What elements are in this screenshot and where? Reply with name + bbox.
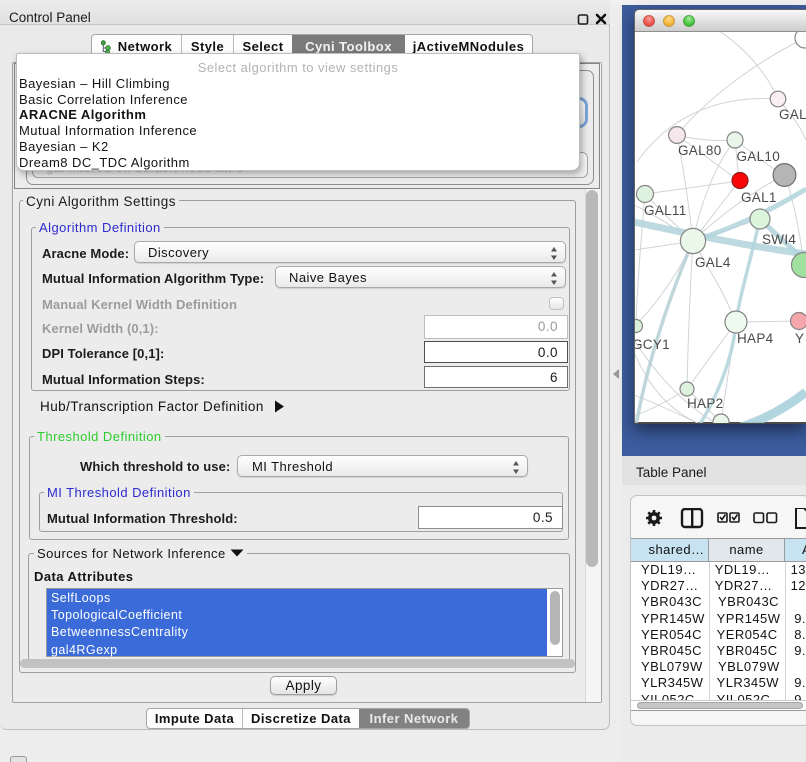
svg-text:GAL11: GAL11	[644, 203, 687, 218]
svg-text:HAP2: HAP2	[687, 396, 723, 411]
svg-text:GAL1: GAL1	[741, 190, 777, 205]
svg-text:GAL10: GAL10	[737, 149, 781, 164]
svg-text:HAP4: HAP4	[737, 331, 774, 346]
svg-text:SWI4: SWI4	[762, 232, 796, 247]
svg-text:GAL4: GAL4	[695, 255, 731, 270]
svg-text:GAL7: GAL7	[779, 107, 806, 122]
svg-text:Y: Y	[795, 331, 804, 346]
svg-text:GAL80: GAL80	[678, 143, 722, 158]
svg-text:GCY1: GCY1	[635, 337, 670, 352]
